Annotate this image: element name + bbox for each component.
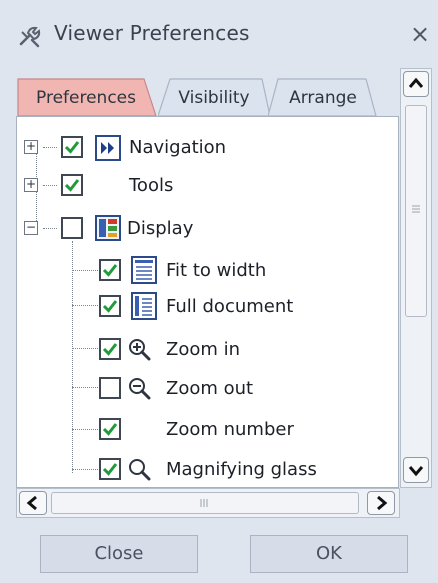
chevron-down-icon [408, 466, 424, 477]
tree-item-label: Zoom number [166, 419, 294, 440]
tools-icon [18, 24, 44, 48]
tab-arrange[interactable]: Arrange [268, 76, 378, 116]
zoom-out-icon [127, 376, 153, 402]
tab-arrange-label: Arrange [289, 88, 357, 108]
full-document-checkbox[interactable] [99, 295, 121, 317]
expand-icon[interactable]: + [24, 178, 38, 192]
collapse-icon[interactable]: − [24, 221, 38, 235]
tree-item-label: Navigation [129, 137, 227, 158]
vertical-scrollbar[interactable] [400, 68, 432, 488]
viewer-preferences-dialog: Viewer Preferences × Preferences Visibil… [0, 0, 438, 583]
horizontal-scrollbar[interactable] [16, 488, 400, 518]
grip-icon [200, 499, 208, 507]
tree-item-label: Tools [129, 175, 174, 196]
scrollbar-corner [400, 488, 432, 518]
tab-preferences[interactable]: Preferences [16, 76, 157, 116]
display-icon [95, 215, 121, 241]
tree-item-label: Zoom in [166, 339, 241, 360]
preferences-tree: + Navigation + Tools − Display Fit to wi… [16, 116, 399, 488]
close-button[interactable]: Close [40, 535, 198, 573]
chevron-left-icon [26, 495, 37, 511]
tree-item-label: Display [127, 218, 194, 239]
magnifying-glass-icon [127, 457, 153, 483]
tree-item-zoom-out[interactable]: Zoom out [17, 369, 398, 407]
grip-icon [412, 205, 420, 213]
navigation-icon [95, 135, 121, 161]
tools-checkbox[interactable] [61, 174, 83, 196]
tree-item-tools[interactable]: + Tools [17, 166, 398, 204]
zoom-number-checkbox[interactable] [99, 418, 121, 440]
chevron-up-icon [408, 77, 424, 88]
close-icon[interactable]: × [408, 20, 432, 48]
expand-icon[interactable]: + [24, 140, 38, 154]
tree-item-display[interactable]: − Display [17, 209, 398, 247]
full-document-icon [131, 292, 157, 320]
vertical-scroll-thumb[interactable] [405, 105, 427, 317]
tree-item-zoom-in[interactable]: Zoom in [17, 330, 398, 368]
chevron-right-icon [377, 495, 388, 511]
scroll-left-button[interactable] [19, 491, 47, 515]
display-checkbox[interactable] [61, 217, 83, 239]
scroll-down-button[interactable] [403, 457, 429, 483]
tab-preferences-label: Preferences [36, 88, 136, 108]
tree-item-navigation[interactable]: + Navigation [17, 128, 398, 166]
tree-item-label: Fit to width [166, 260, 267, 281]
zoom-out-checkbox[interactable] [99, 377, 121, 399]
tree-item-fit-to-width[interactable]: Fit to width [17, 251, 398, 289]
tree-item-label: Magnifying glass [166, 459, 317, 480]
ok-button[interactable]: OK [250, 535, 408, 573]
zoom-in-checkbox[interactable] [99, 338, 121, 360]
window-title: Viewer Preferences [54, 21, 250, 45]
tab-visibility-label: Visibility [178, 88, 250, 108]
tab-visibility[interactable]: Visibility [158, 76, 271, 116]
navigation-checkbox[interactable] [61, 136, 83, 158]
title-bar: Viewer Preferences × [0, 0, 438, 66]
tab-strip: Preferences Visibility Arrange [16, 76, 396, 116]
magnifying-glass-checkbox[interactable] [99, 458, 121, 480]
fit-to-width-icon [131, 256, 157, 284]
scroll-right-button[interactable] [367, 491, 395, 515]
tree-item-magnifying-glass[interactable]: Magnifying glass [17, 450, 398, 487]
tree-item-full-document[interactable]: Full document [17, 287, 398, 325]
horizontal-scroll-thumb[interactable] [51, 492, 359, 514]
zoom-in-icon [127, 337, 153, 363]
tree-item-label: Zoom out [166, 378, 254, 399]
scroll-up-button[interactable] [403, 71, 429, 97]
tree-item-zoom-number[interactable]: Zoom number [17, 410, 398, 448]
fit-to-width-checkbox[interactable] [99, 259, 121, 281]
tree-item-label: Full document [166, 296, 294, 317]
